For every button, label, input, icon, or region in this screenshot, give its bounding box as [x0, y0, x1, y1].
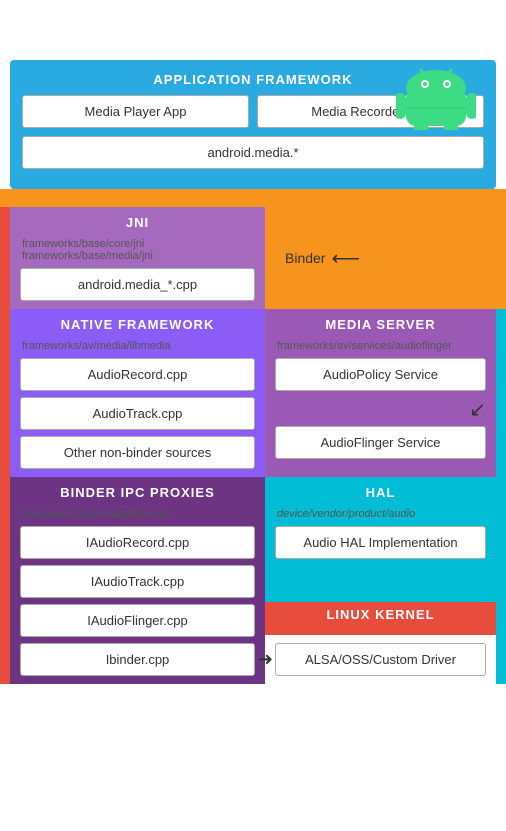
hal-section: HAL device/vendor/product/audio Audio HA… — [265, 477, 496, 602]
linux-kernel-title: LINUX KERNEL — [275, 607, 486, 622]
arrow-right-icon: ➜ — [258, 649, 273, 670]
linux-kernel-title-bar: LINUX KERNEL — [265, 602, 496, 635]
native-framework-title: NATIVE FRAMEWORK — [20, 317, 255, 332]
media-server-section: MEDIA SERVER frameworks/av/services/audi… — [265, 309, 496, 477]
android-media-box: android.media.* — [22, 136, 484, 169]
other-non-binder-box: Other non-binder sources — [20, 436, 255, 469]
jni-lines: frameworks/base/core/jni frameworks/base… — [20, 238, 255, 262]
linux-kernel-content: ALSA/OSS/Custom Driver — [265, 635, 496, 684]
media-player-box: Media Player App — [22, 95, 249, 128]
jni-section: JNI frameworks/base/core/jni frameworks/… — [10, 207, 265, 309]
iaudio-record-cpp-box: IAudioRecord.cpp — [20, 526, 255, 559]
binder-ipc-section: BINDER IPC PROXIES frameworks/av/media/l… — [10, 477, 265, 684]
iaudio-track-cpp-box: IAudioTrack.cpp — [20, 565, 255, 598]
binder-hal-container: BINDER IPC PROXIES frameworks/av/media/l… — [0, 477, 506, 684]
ibinder-cpp-box: Ibinder.cpp — [20, 643, 255, 676]
media-server-path: frameworks/av/services/audioflinger — [275, 340, 486, 352]
orange-divider — [0, 189, 506, 207]
left-red-bar-3 — [0, 477, 10, 684]
android-media-row: android.media.* — [22, 136, 484, 169]
audio-hal-impl-box: Audio HAL Implementation — [275, 526, 486, 559]
hal-title: HAL — [275, 485, 486, 500]
left-red-bar — [0, 207, 10, 309]
right-cyan-bar — [496, 309, 506, 477]
media-server-title: MEDIA SERVER — [275, 317, 486, 332]
binder-ipc-path: frameworks/av/media/libmedia — [20, 508, 255, 520]
audio-record-cpp-box: AudioRecord.cpp — [20, 358, 255, 391]
iaudio-flinger-cpp-box: IAudioFlinger.cpp — [20, 604, 255, 637]
binder-ipc-title: BINDER IPC PROXIES — [20, 485, 255, 500]
native-framework-section: NATIVE FRAMEWORK frameworks/av/media/lib… — [10, 309, 265, 477]
left-red-bar-2 — [0, 309, 10, 477]
linux-kernel-section: LINUX KERNEL ALSA/OSS/Custom Driver — [265, 602, 496, 684]
android-logo — [396, 60, 476, 130]
jni-title: JNI — [20, 215, 255, 230]
audio-policy-service-box: AudioPolicy Service — [275, 358, 486, 391]
alsa-driver-box: ALSA/OSS/Custom Driver — [275, 643, 486, 676]
jni-cpp-box: android.media_*.cpp — [20, 268, 255, 301]
jni-binder-container: JNI frameworks/base/core/jni frameworks/… — [0, 207, 506, 309]
audio-track-cpp-box: AudioTrack.cpp — [20, 397, 255, 430]
ibinder-wrapper: Ibinder.cpp ➜ — [20, 643, 255, 676]
right-cyan-bar-2 — [496, 477, 506, 684]
native-media-container: NATIVE FRAMEWORK frameworks/av/media/lib… — [0, 309, 506, 477]
binder-section: Binder ⟵ — [265, 207, 506, 309]
binder-label: Binder — [285, 250, 325, 266]
native-framework-path: frameworks/av/media/libmedia — [20, 340, 255, 352]
audio-flinger-service-box: AudioFlinger Service — [275, 426, 486, 459]
hal-linux-container: HAL device/vendor/product/audio Audio HA… — [265, 477, 496, 684]
arrow-down-icon: ↙ — [275, 397, 486, 422]
hal-path: device/vendor/product/audio — [275, 508, 486, 520]
binder-arrow-icon: ⟵ — [331, 246, 360, 271]
